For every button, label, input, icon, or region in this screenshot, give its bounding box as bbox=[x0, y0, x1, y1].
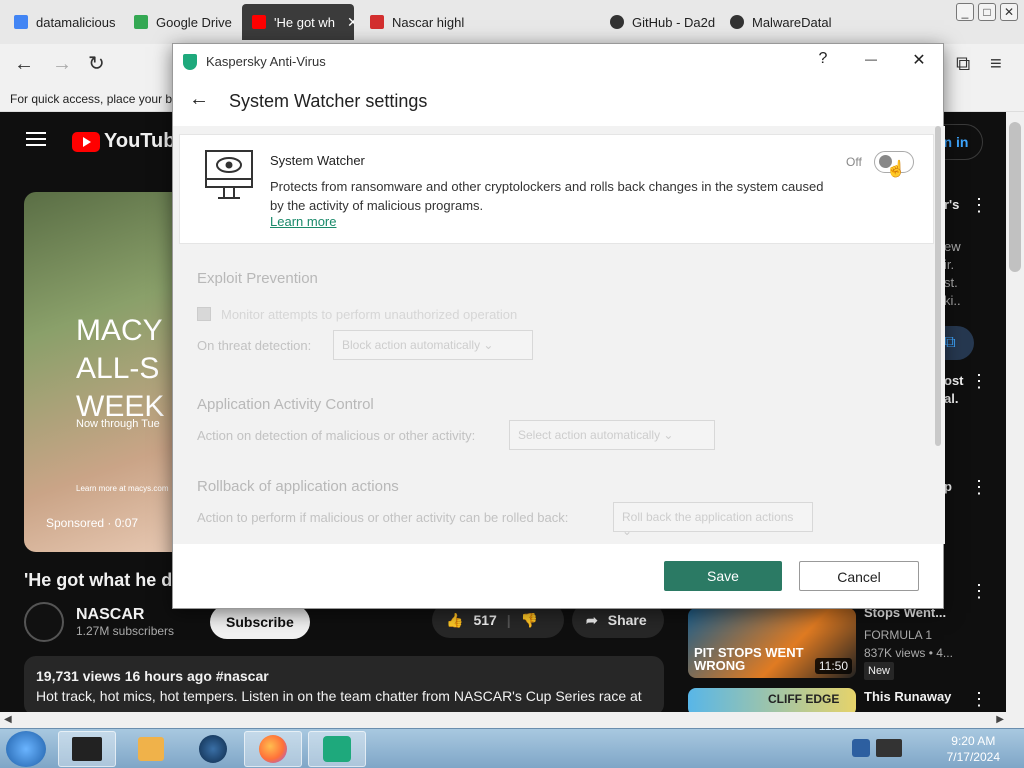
firefox-icon bbox=[259, 735, 287, 763]
hamburger-menu-icon[interactable] bbox=[26, 132, 46, 146]
tab-youtube-active[interactable]: 'He got wh ✕ bbox=[242, 4, 354, 40]
subscriber-count: 1.27M subscribers bbox=[76, 624, 175, 638]
sponsored-label: Sponsored · 0:07 bbox=[46, 516, 139, 530]
dialog-app-name: Kaspersky Anti-Virus bbox=[206, 54, 326, 69]
hand-cursor-icon: ☝ bbox=[886, 161, 906, 178]
back-arrow-icon[interactable]: ← bbox=[189, 88, 209, 111]
back-arrow-icon[interactable]: ← bbox=[14, 53, 34, 75]
page-scrollbar[interactable] bbox=[1006, 112, 1024, 712]
video-thumbnail[interactable]: PIT STOPS WENT WRONG 11:50 bbox=[688, 608, 856, 678]
start-button[interactable] bbox=[6, 731, 46, 767]
taskbar-app-kaspersky[interactable] bbox=[308, 731, 366, 767]
tab-github[interactable]: GitHub - Da2d bbox=[600, 4, 718, 40]
scroll-right-icon[interactable]: ▶ bbox=[996, 714, 1004, 725]
share-icon: ➦ bbox=[586, 611, 598, 628]
rollback-dropdown[interactable]: Roll back the application actions ⌄ bbox=[613, 502, 813, 538]
terminal-icon bbox=[72, 737, 102, 761]
extensions-icon[interactable]: ⧉ bbox=[956, 53, 970, 75]
minimize-icon[interactable]: — bbox=[857, 52, 885, 66]
window-close-button[interactable]: ✕ bbox=[1000, 3, 1018, 21]
system-watcher-title: System Watcher bbox=[270, 153, 365, 168]
thumbs-down-icon[interactable]: 👎 bbox=[521, 612, 538, 629]
channel-name[interactable]: NASCAR bbox=[76, 606, 174, 624]
more-options-icon[interactable]: ⋮ bbox=[970, 372, 988, 390]
close-tab-icon[interactable]: ✕ bbox=[347, 14, 354, 31]
tab-malwaredata[interactable]: MalwareDatal bbox=[720, 4, 838, 40]
window-maximize-button[interactable]: □ bbox=[978, 3, 996, 21]
media-player-icon bbox=[138, 737, 164, 761]
threat-detection-label: On threat detection: bbox=[197, 338, 312, 353]
menu-icon[interactable]: ≡ bbox=[990, 53, 1002, 75]
windows-taskbar: 9:20 AM 7/17/2024 bbox=[0, 728, 1024, 768]
taskbar-app-terminal[interactable] bbox=[58, 731, 116, 767]
tab-nascar[interactable]: Nascar highl bbox=[360, 4, 480, 40]
forward-arrow-icon[interactable]: → bbox=[52, 53, 72, 75]
system-watcher-card: System Watcher Protects from ransomware … bbox=[179, 134, 934, 244]
exploit-checkbox-label: Monitor attempts to perform unauthorized… bbox=[221, 307, 518, 322]
description-text: Hot track, hot mics, hot tempers. Listen… bbox=[36, 688, 642, 704]
video-title: 'He got what he d bbox=[24, 570, 173, 590]
activity-action-dropdown[interactable]: Select action automatically ⌄ bbox=[509, 420, 715, 450]
horizontal-scrollbar[interactable]: ◀ ▶ bbox=[0, 712, 1024, 728]
channel-avatar[interactable] bbox=[24, 602, 64, 642]
like-count[interactable]: 517 bbox=[473, 612, 496, 628]
new-badge: New bbox=[864, 662, 895, 680]
system-watcher-description: Protects from ransomware and other crypt… bbox=[270, 179, 824, 213]
help-icon[interactable]: ? bbox=[809, 50, 837, 68]
system-clock[interactable]: 9:20 AM 7/17/2024 bbox=[947, 733, 1000, 765]
cda-icon bbox=[370, 15, 384, 29]
browser-tab-strip: datamalicious Google Drive 'He got wh ✕ N… bbox=[0, 0, 1024, 44]
rollback-label: Action to perform if malicious or other … bbox=[197, 510, 569, 525]
monitor-eye-icon bbox=[205, 150, 253, 199]
shield-tray-icon[interactable] bbox=[852, 739, 870, 757]
settings-content: System Watcher Protects from ransomware … bbox=[173, 126, 945, 544]
github-icon bbox=[610, 15, 624, 29]
youtube-play-icon bbox=[72, 131, 100, 152]
description-box[interactable]: 19,731 views 16 hours ago #nascar Hot tr… bbox=[24, 656, 664, 716]
scrollbar-thumb[interactable] bbox=[1009, 122, 1021, 272]
toggle-state-label: Off bbox=[846, 155, 862, 169]
google-drive-icon bbox=[134, 15, 148, 29]
close-icon[interactable]: ✕ bbox=[905, 50, 933, 70]
more-options-icon[interactable]: ⋮ bbox=[970, 690, 988, 708]
google-drive-icon bbox=[14, 15, 28, 29]
tab-google-drive[interactable]: Google Drive bbox=[124, 4, 240, 40]
scroll-left-icon[interactable]: ◀ bbox=[4, 714, 12, 725]
activity-detection-label: Action on detection of malicious or othe… bbox=[197, 428, 476, 443]
window-minimize-button[interactable]: _ bbox=[956, 3, 974, 21]
thumbs-up-icon[interactable]: 👍 bbox=[446, 612, 463, 629]
cancel-button[interactable]: Cancel bbox=[799, 561, 919, 591]
globe-icon bbox=[199, 735, 227, 763]
more-options-icon[interactable]: ⋮ bbox=[970, 196, 988, 214]
learn-more-link[interactable]: Learn more bbox=[270, 214, 336, 229]
ad-headline: MACY ALL-S WEEK bbox=[76, 314, 165, 423]
duration-badge: 11:50 bbox=[814, 658, 852, 674]
taskbar-app-firefox[interactable] bbox=[244, 731, 302, 767]
github-icon bbox=[730, 15, 744, 29]
views-line: 19,731 views 16 hours ago #nascar bbox=[36, 668, 269, 684]
exploit-prevention-heading: Exploit Prevention bbox=[197, 270, 318, 287]
network-icon[interactable] bbox=[876, 739, 902, 757]
youtube-logo[interactable]: YouTube bbox=[72, 130, 187, 153]
dialog-scrollbar[interactable] bbox=[935, 126, 941, 446]
kaspersky-dialog: Kaspersky Anti-Virus ? — ✕ ← System Watc… bbox=[172, 43, 945, 609]
save-button[interactable]: Save bbox=[664, 561, 782, 591]
rollback-heading: Rollback of application actions bbox=[197, 478, 399, 495]
taskbar-app-media[interactable] bbox=[122, 731, 180, 767]
kaspersky-shield-icon bbox=[183, 54, 197, 70]
more-options-icon[interactable]: ⋮ bbox=[970, 582, 988, 600]
page-title: System Watcher settings bbox=[229, 91, 428, 111]
exploit-checkbox[interactable] bbox=[197, 307, 211, 321]
threat-detection-dropdown[interactable]: Block action automatically ⌄ bbox=[333, 330, 533, 360]
youtube-icon bbox=[252, 15, 266, 29]
kaspersky-icon bbox=[323, 736, 351, 762]
subscribe-button[interactable]: Subscribe bbox=[210, 605, 310, 639]
taskbar-app-globe[interactable] bbox=[184, 731, 242, 767]
tab-datamalicious[interactable]: datamalicious bbox=[4, 4, 122, 40]
reload-icon[interactable]: ↻ bbox=[88, 53, 105, 75]
application-activity-heading: Application Activity Control bbox=[197, 396, 374, 413]
tray-icons[interactable] bbox=[852, 739, 932, 759]
more-options-icon[interactable]: ⋮ bbox=[970, 478, 988, 496]
